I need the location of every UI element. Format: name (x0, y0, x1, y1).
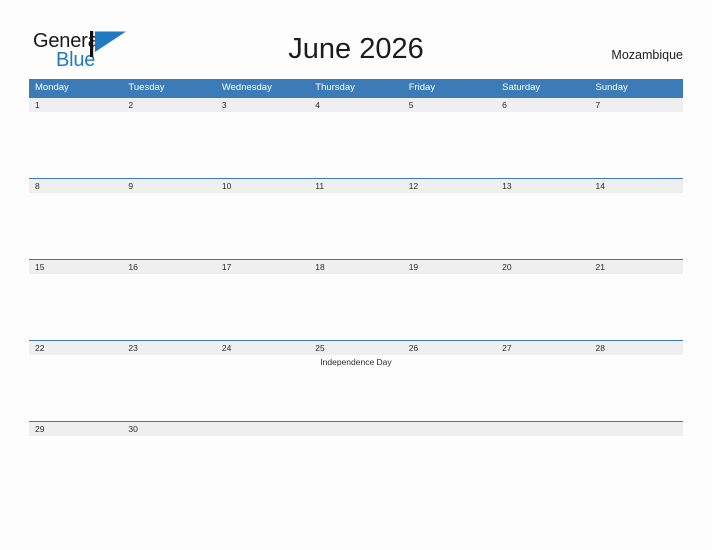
week-row: 15 16 17 18 19 20 21 (29, 259, 683, 340)
day-number[interactable]: 17 (216, 260, 309, 274)
day-number[interactable]: 5 (403, 98, 496, 112)
day-number[interactable]: 28 (590, 341, 683, 355)
weekday-header-thursday: Thursday (315, 82, 355, 93)
page-header: General Blue June 2026 Mozambique (0, 0, 712, 78)
weekday-header-friday: Friday (408, 82, 436, 93)
day-cell[interactable] (403, 112, 496, 178)
day-cell[interactable] (122, 112, 215, 178)
day-number[interactable]: 7 (590, 98, 683, 112)
weekday-header-sunday: Sunday (595, 82, 628, 93)
day-number[interactable]: 19 (403, 260, 496, 274)
day-number[interactable]: 12 (403, 179, 496, 193)
day-number[interactable]: 13 (496, 179, 589, 193)
day-cell[interactable] (29, 274, 122, 340)
day-number-band: 8 9 10 11 12 13 14 (29, 179, 683, 193)
day-cell[interactable] (29, 112, 122, 178)
week-row: 22 23 24 25 26 27 28 Independence Day (29, 340, 683, 421)
event-band: Independence Day (29, 355, 683, 421)
day-cell[interactable] (216, 193, 309, 259)
day-number[interactable]: 23 (122, 341, 215, 355)
day-cell[interactable] (403, 274, 496, 340)
weekday-header-monday: Monday (35, 82, 69, 93)
day-number-band: 29 30 (29, 422, 683, 436)
day-number (496, 422, 589, 436)
day-cell[interactable] (216, 274, 309, 340)
day-number[interactable]: 26 (403, 341, 496, 355)
day-cell-holiday[interactable]: Independence Day (309, 355, 402, 421)
day-number[interactable]: 1 (29, 98, 122, 112)
day-number-band: 22 23 24 25 26 27 28 (29, 341, 683, 355)
day-number[interactable]: 16 (122, 260, 215, 274)
day-cell[interactable] (403, 193, 496, 259)
day-cell[interactable] (309, 193, 402, 259)
day-number[interactable]: 3 (216, 98, 309, 112)
week-row: 1 2 3 4 5 6 7 (29, 97, 683, 178)
day-number[interactable]: 24 (216, 341, 309, 355)
day-cell[interactable] (590, 112, 683, 178)
weekday-header-wednesday: Wednesday (221, 82, 272, 93)
day-number[interactable]: 10 (216, 179, 309, 193)
week-row: 29 30 (29, 421, 683, 446)
day-cell[interactable] (590, 193, 683, 259)
weekday-header-tuesday: Tuesday (128, 82, 165, 93)
day-cell[interactable] (216, 112, 309, 178)
day-cell[interactable] (216, 355, 309, 421)
day-number[interactable]: 20 (496, 260, 589, 274)
day-cell[interactable] (496, 274, 589, 340)
event-band (29, 274, 683, 340)
day-number[interactable]: 2 (122, 98, 215, 112)
day-cell[interactable] (29, 355, 122, 421)
day-number[interactable]: 27 (496, 341, 589, 355)
week-row: 8 9 10 11 12 13 14 (29, 178, 683, 259)
day-cell[interactable] (309, 274, 402, 340)
page-title: June 2026 (288, 33, 424, 65)
day-number-band: 1 2 3 4 5 6 7 (29, 98, 683, 112)
weekday-header-row: Monday Tuesday Wednesday Thursday Friday… (29, 79, 683, 97)
day-number[interactable]: 4 (309, 98, 402, 112)
event-band (29, 193, 683, 259)
day-cell[interactable] (122, 274, 215, 340)
day-cell[interactable] (29, 193, 122, 259)
day-number (309, 422, 402, 436)
day-cell[interactable] (122, 355, 215, 421)
day-number (590, 422, 683, 436)
day-number[interactable]: 29 (29, 422, 122, 436)
day-number[interactable]: 25 (309, 341, 402, 355)
day-number[interactable]: 15 (29, 260, 122, 274)
day-number (216, 422, 309, 436)
day-number[interactable]: 8 (29, 179, 122, 193)
day-cell[interactable] (403, 355, 496, 421)
day-cell[interactable] (496, 112, 589, 178)
day-cell[interactable] (496, 355, 589, 421)
day-number[interactable]: 6 (496, 98, 589, 112)
day-cell[interactable] (309, 112, 402, 178)
day-cell[interactable] (496, 193, 589, 259)
day-number[interactable]: 18 (309, 260, 402, 274)
day-number-band: 15 16 17 18 19 20 21 (29, 260, 683, 274)
day-number[interactable]: 30 (122, 422, 215, 436)
day-number[interactable]: 11 (309, 179, 402, 193)
day-number (403, 422, 496, 436)
event-label: Independence Day (320, 357, 392, 367)
country-label: Mozambique (611, 48, 683, 62)
weekday-header-saturday: Saturday (502, 82, 541, 93)
day-cell[interactable] (590, 274, 683, 340)
day-number[interactable]: 14 (590, 179, 683, 193)
day-cell[interactable] (590, 355, 683, 421)
day-cell[interactable] (122, 193, 215, 259)
calendar-grid: Monday Tuesday Wednesday Thursday Friday… (29, 79, 683, 446)
event-band (29, 112, 683, 178)
day-number[interactable]: 22 (29, 341, 122, 355)
day-number[interactable]: 9 (122, 179, 215, 193)
day-number[interactable]: 21 (590, 260, 683, 274)
